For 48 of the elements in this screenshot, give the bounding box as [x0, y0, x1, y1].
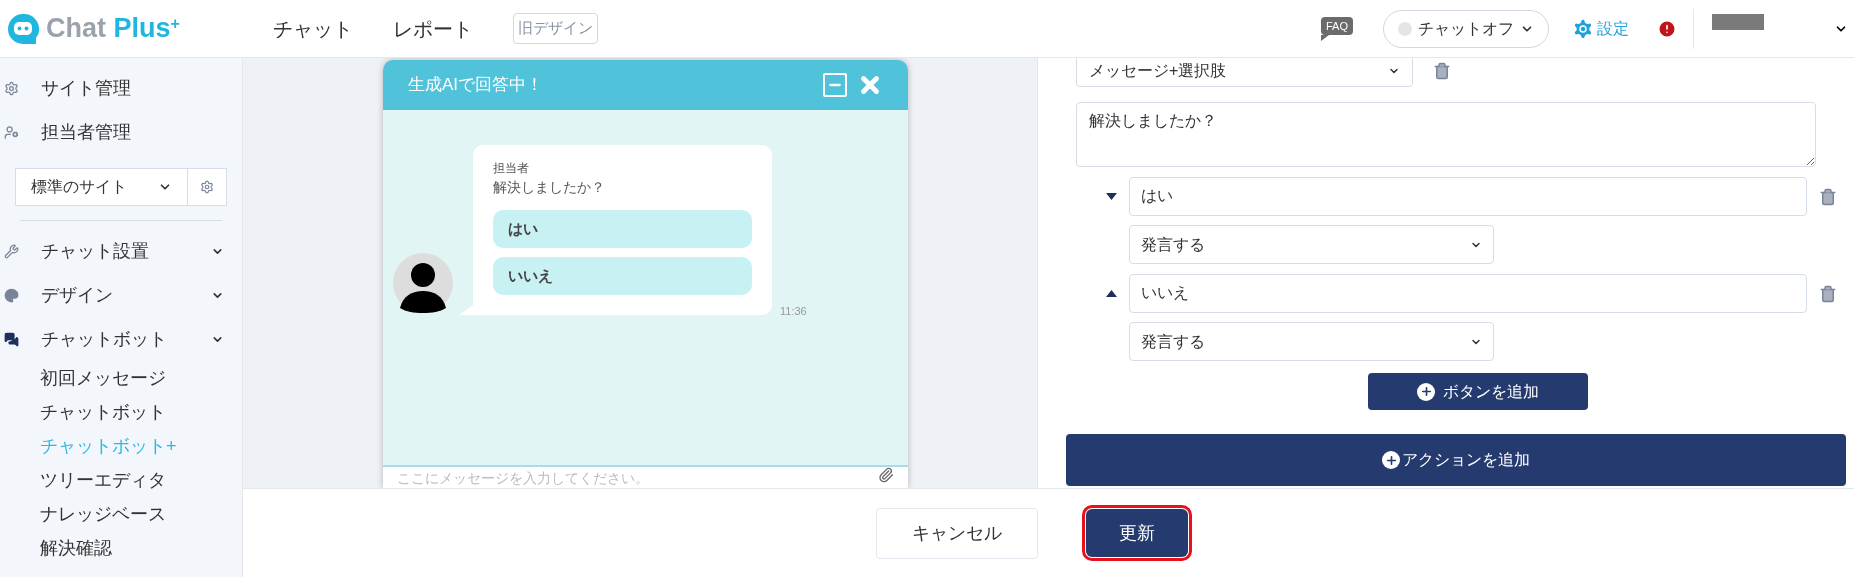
- sidebar-subitem[interactable]: 初回メッセージ: [0, 361, 242, 395]
- up-caret-icon[interactable]: [1106, 290, 1117, 297]
- trash-icon[interactable]: [1819, 187, 1837, 206]
- type-select[interactable]: メッセージ+選択肢: [1076, 58, 1413, 87]
- alert-icon[interactable]: [1657, 18, 1677, 39]
- tools-icon: [4, 243, 19, 259]
- message-text: 解決しましたか？: [493, 178, 606, 197]
- gear-icon: [4, 80, 19, 96]
- option-input[interactable]: いいえ: [1129, 274, 1807, 313]
- sidebar-item[interactable]: サイト管理: [0, 66, 242, 110]
- attach-button[interactable]: [878, 467, 908, 488]
- sidebar-subitem[interactable]: チャットボット: [0, 395, 242, 429]
- nav-link[interactable]: チャット: [273, 13, 353, 44]
- add-action-button[interactable]: アクションを追加: [1066, 434, 1846, 486]
- avatar-icon: [393, 253, 453, 313]
- logo-icon: [6, 11, 40, 46]
- gear-icon: [200, 180, 214, 194]
- action-select[interactable]: 発言する: [1129, 225, 1494, 264]
- sender-name: 担当者: [493, 160, 530, 177]
- message-textarea[interactable]: 解決しましたか？: [1076, 102, 1816, 167]
- message-time: 11:36: [780, 303, 807, 319]
- chat-title: 生成AIで回答中！: [408, 74, 545, 97]
- sidebar-subitem[interactable]: 解決確認: [0, 531, 242, 565]
- minimize-button[interactable]: [823, 73, 847, 97]
- trash-icon[interactable]: [1433, 62, 1451, 80]
- redacted-block: [1712, 13, 1764, 30]
- choice-button[interactable]: はい: [493, 210, 752, 248]
- chat-bubbles-icon: [4, 331, 19, 347]
- cancel-button[interactable]: キャンセル: [875, 507, 1038, 559]
- trash-icon[interactable]: [1819, 284, 1837, 303]
- sidebar-subitem[interactable]: ツリーエディタ: [0, 463, 242, 497]
- palette-icon: [4, 287, 19, 303]
- option-input[interactable]: はい: [1129, 177, 1807, 216]
- logo-text: Chat Plus$^{+}$: [46, 15, 180, 42]
- sidebar-section[interactable]: チャットボット: [0, 317, 242, 361]
- sidebar-section[interactable]: デザイン: [0, 273, 242, 317]
- message-input[interactable]: ここにメッセージを入力してください。: [383, 467, 878, 488]
- sidebar-section[interactable]: チャット設置: [0, 229, 242, 273]
- user-gear-icon: [4, 124, 19, 140]
- sidebar-subitem[interactable]: ナレッジベース: [0, 497, 242, 531]
- sidebar-item[interactable]: 担当者管理: [0, 110, 242, 154]
- add-button-button[interactable]: ボタンを追加: [1368, 373, 1588, 410]
- nav-link[interactable]: レポート: [393, 13, 473, 44]
- down-caret-icon[interactable]: [1106, 193, 1117, 200]
- action-select[interactable]: 発言する: [1129, 322, 1494, 361]
- choice-button[interactable]: いいえ: [493, 257, 752, 295]
- settings-icon: [1571, 16, 1595, 41]
- paperclip-icon: [878, 467, 894, 483]
